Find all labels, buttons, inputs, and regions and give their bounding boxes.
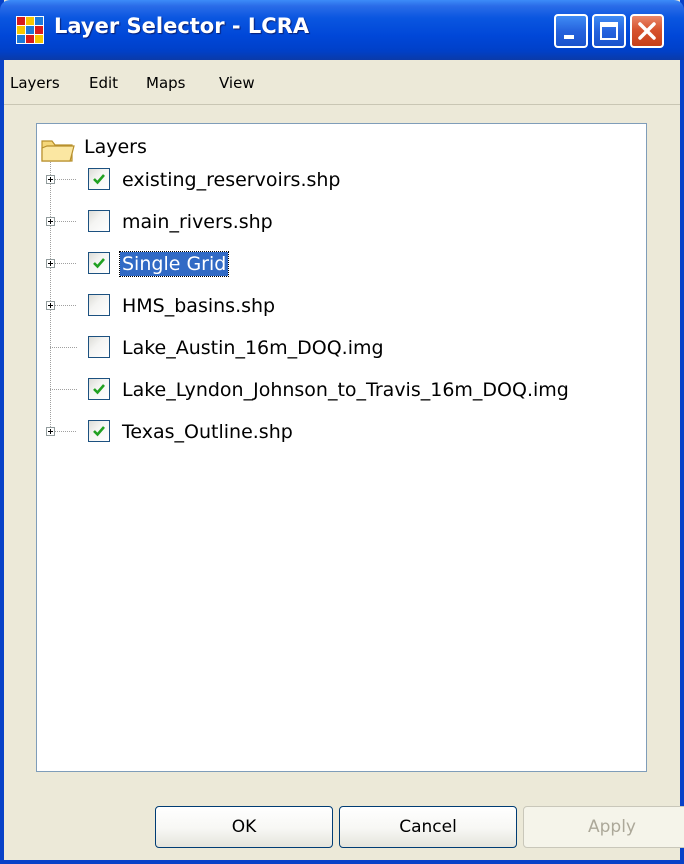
window-title: Layer Selector - LCRA: [54, 14, 310, 38]
expand-icon[interactable]: [46, 217, 55, 226]
layer-label[interactable]: Lake_Lyndon_Johnson_to_Travis_16m_DOQ.im…: [120, 378, 571, 402]
close-icon: [638, 22, 656, 40]
layer-label[interactable]: Lake_Austin_16m_DOQ.img: [120, 336, 386, 360]
menu-layers[interactable]: Layers: [10, 74, 60, 92]
expand-icon[interactable]: [46, 427, 55, 436]
layer-checkbox[interactable]: [88, 210, 110, 232]
layer-tree[interactable]: Layers existing_reservoirs.shp main_rive…: [36, 123, 647, 772]
minimize-button[interactable]: [554, 14, 588, 48]
tree-row[interactable]: main_rivers.shp: [37, 207, 637, 237]
layer-grid-icon: [16, 16, 44, 44]
layer-checkbox[interactable]: [88, 168, 110, 190]
title-bar[interactable]: Layer Selector - LCRA: [0, 0, 684, 60]
maximize-icon: [600, 22, 618, 40]
apply-button[interactable]: Apply: [523, 806, 684, 848]
menu-view[interactable]: View: [219, 74, 255, 92]
tree-row[interactable]: Texas_Outline.shp: [37, 417, 637, 447]
tree-row[interactable]: Lake_Lyndon_Johnson_to_Travis_16m_DOQ.im…: [37, 375, 637, 405]
ok-button[interactable]: OK: [155, 806, 333, 848]
expand-icon[interactable]: [46, 301, 55, 310]
layer-checkbox[interactable]: [88, 294, 110, 316]
folder-icon: [41, 140, 75, 162]
checkmark-icon: [93, 426, 105, 437]
menu-edit[interactable]: Edit: [89, 74, 118, 92]
checkmark-icon: [93, 174, 105, 185]
tree-row[interactable]: existing_reservoirs.shp: [37, 165, 637, 195]
cancel-button[interactable]: Cancel: [339, 806, 517, 848]
layer-label[interactable]: main_rivers.shp: [120, 210, 275, 234]
layer-label[interactable]: Texas_Outline.shp: [120, 420, 295, 444]
expand-icon[interactable]: [46, 259, 55, 268]
close-button[interactable]: [630, 14, 664, 48]
menu-bar: Layers Edit Maps View: [4, 60, 680, 105]
layer-label[interactable]: existing_reservoirs.shp: [120, 168, 343, 192]
tree-row[interactable]: HMS_basins.shp: [37, 291, 637, 321]
tree-root-label[interactable]: Layers: [84, 136, 147, 158]
layer-selector-window: Layer Selector - LCRA Layers Edit Maps V…: [0, 0, 684, 864]
maximize-button[interactable]: [592, 14, 626, 48]
minimize-icon: [564, 35, 574, 39]
layer-label-selected[interactable]: Single Grid: [118, 251, 230, 277]
tree-row[interactable]: Single Grid: [37, 249, 637, 279]
layer-checkbox[interactable]: [88, 252, 110, 274]
checkmark-icon: [93, 258, 105, 269]
checkmark-icon: [93, 384, 105, 395]
layer-checkbox[interactable]: [88, 420, 110, 442]
menu-maps[interactable]: Maps: [146, 74, 185, 92]
layer-checkbox[interactable]: [88, 336, 110, 358]
expand-icon[interactable]: [46, 175, 55, 184]
layer-checkbox[interactable]: [88, 378, 110, 400]
layer-label[interactable]: HMS_basins.shp: [120, 294, 277, 318]
tree-row[interactable]: Lake_Austin_16m_DOQ.img: [37, 333, 637, 363]
